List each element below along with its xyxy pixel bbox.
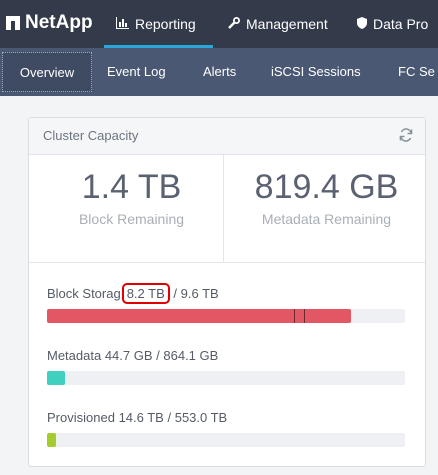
provisioned-bar (47, 433, 405, 447)
block-total-value: / 9.6 TB (173, 286, 219, 301)
nav-reporting-label: Reporting (135, 16, 196, 32)
stat-divider (223, 154, 224, 262)
block-storage-fill (47, 309, 352, 323)
tab-overview[interactable]: Overview (2, 52, 92, 92)
nav-management-label: Management (246, 16, 328, 32)
tab-iscsi-sessions[interactable]: iSCSI Sessions (271, 48, 361, 96)
provisioned-label: Provisioned (47, 410, 115, 425)
nav-reporting[interactable]: Reporting (104, 0, 213, 48)
metadata-remaining-label: Metadata Remaining (261, 211, 392, 227)
brand-name: NetApp (25, 12, 93, 33)
nav-data-protection[interactable]: Data Pro (357, 0, 428, 48)
metadata-remaining-value: 819.4 GB (254, 168, 399, 206)
metadata-fill (47, 371, 65, 385)
block-error-marker (304, 309, 305, 323)
block-warning-marker (294, 309, 295, 323)
metadata-bar (47, 371, 405, 385)
shield-icon (357, 16, 367, 32)
netapp-logo[interactable]: NetApp (6, 12, 93, 34)
block-remaining-value: 1.4 TB (81, 168, 182, 206)
metadata-remaining-stat: 819.4 GB Metadata Remaining (234, 168, 419, 227)
block-remaining-label: Block Remaining (78, 211, 185, 227)
nav-data-label: Data Pro (373, 16, 429, 32)
wrench-icon (228, 16, 240, 32)
provisioned-used-value: 14.6 TB (118, 410, 164, 425)
block-remaining-stat: 1.4 TB Block Remaining (39, 168, 224, 227)
provisioned-text: Provisioned 14.6 TB / 553.0 TB (47, 410, 227, 425)
tab-fc-sessions[interactable]: FC Se (398, 48, 435, 96)
metadata-text: Metadata 44.7 GB / 864.1 GB (47, 348, 218, 363)
netapp-logo-icon (6, 16, 20, 30)
metadata-label: Metadata (47, 348, 102, 363)
bar-chart-icon (115, 16, 129, 32)
cluster-capacity-card: Cluster Capacity 1.4 TB Block Remaining … (28, 117, 426, 467)
metadata-total-value: / 864.1 GB (156, 348, 219, 363)
block-storage-text: Block Storag 8.2 TB / 9.6 TB (47, 283, 219, 304)
provisioned-fill (47, 433, 57, 447)
metadata-used-value: 44.7 GB (104, 348, 153, 363)
block-used-highlight: 8.2 TB (121, 283, 170, 304)
tab-event-log[interactable]: Event Log (107, 48, 166, 96)
section-divider (29, 262, 425, 263)
block-storage-label: Block Storag (47, 286, 121, 301)
refresh-icon[interactable] (399, 128, 413, 145)
provisioned-total-value: / 553.0 TB (167, 410, 228, 425)
tab-alerts[interactable]: Alerts (203, 48, 236, 96)
block-used-value: 8.2 TB (126, 286, 165, 301)
card-header: Cluster Capacity (29, 118, 425, 155)
card-title: Cluster Capacity (43, 128, 139, 143)
block-storage-bar (47, 309, 405, 323)
nav-management[interactable]: Management (228, 0, 328, 48)
